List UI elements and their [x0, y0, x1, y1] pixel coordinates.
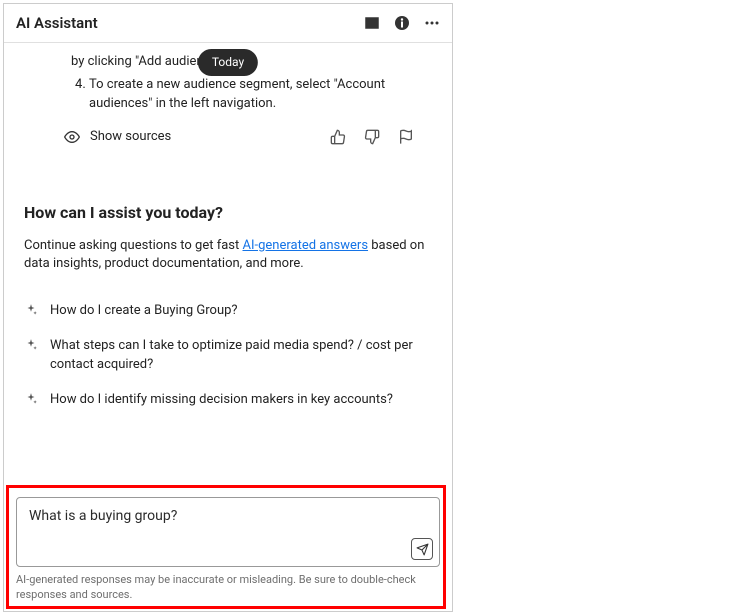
list-item: To create a new audience segment, select… [89, 76, 432, 114]
fullscreen-icon[interactable] [364, 15, 380, 31]
ai-assistant-panel: AI Assistant Today by clicking "Add audi… [3, 3, 453, 612]
info-icon[interactable] [394, 15, 410, 31]
suggestion-text: How do I identify missing decision maker… [50, 391, 393, 410]
header-actions [364, 15, 440, 31]
thumbs-down-icon[interactable] [364, 129, 380, 145]
intro-text: Continue asking questions to get fast AI… [24, 237, 432, 275]
panel-title: AI Assistant [16, 14, 356, 32]
show-sources-label[interactable]: Show sources [90, 128, 320, 147]
thumbs-up-icon[interactable] [330, 129, 346, 145]
chat-input[interactable]: What is a buying group? [29, 508, 427, 524]
assist-heading: How can I assist you today? [24, 201, 432, 224]
intro-pre: Continue asking questions to get fast [24, 238, 242, 253]
sparkle-icon [24, 303, 38, 317]
feedback-icons [330, 129, 432, 145]
sparkle-icon [24, 392, 38, 406]
sources-row: Show sources [24, 128, 432, 147]
send-icon [416, 543, 429, 556]
suggestion-text: What steps can I take to optimize paid m… [50, 337, 432, 375]
suggestions-list: How do I create a Buying Group? What ste… [24, 302, 432, 409]
ai-answers-link[interactable]: AI-generated answers [242, 238, 368, 253]
suggestion-item[interactable]: How do I identify missing decision maker… [24, 391, 432, 410]
today-pill: Today [198, 49, 258, 76]
panel-content: Today by clicking "Add audience" To crea… [4, 43, 452, 493]
suggestion-item[interactable]: How do I create a Buying Group? [24, 302, 432, 321]
more-icon[interactable] [424, 15, 440, 31]
eye-icon[interactable] [64, 129, 80, 145]
chat-input-box: What is a buying group? [16, 497, 440, 567]
suggestion-text: How do I create a Buying Group? [50, 302, 238, 321]
panel-header: AI Assistant [4, 4, 452, 43]
flag-icon[interactable] [398, 129, 414, 145]
suggestion-item[interactable]: What steps can I take to optimize paid m… [24, 337, 432, 375]
sparkle-icon [24, 338, 38, 352]
disclaimer-text: AI-generated responses may be inaccurate… [16, 573, 440, 603]
input-area: What is a buying group? AI-generated res… [4, 493, 452, 611]
send-button[interactable] [411, 538, 433, 560]
